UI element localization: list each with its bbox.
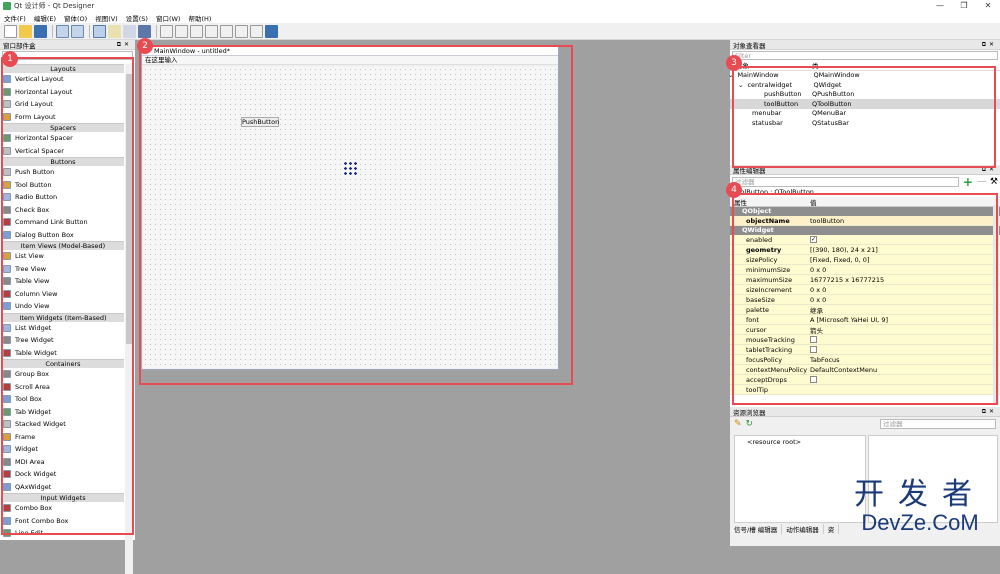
close-button[interactable]: ✕ [976, 0, 1000, 12]
copy-icon[interactable] [56, 24, 69, 38]
edit-widgets-icon[interactable] [93, 24, 106, 38]
reload-icon[interactable]: ↻ [746, 419, 754, 429]
layout-splitter-v-icon[interactable] [205, 24, 218, 38]
layout-horizontal-icon[interactable] [160, 24, 173, 38]
watermark-line1: 开发者 [854, 477, 986, 512]
watermark: 开发者 DevZe.CoM [840, 480, 1000, 540]
edit-resources-icon[interactable]: ✎ [734, 419, 742, 429]
property-filter-input[interactable]: 过滤器 [732, 176, 959, 187]
layout-splitter-h-icon[interactable] [190, 24, 203, 38]
break-layout-icon[interactable] [250, 24, 263, 38]
annotation-box-1 [1, 57, 134, 535]
annotation-box-3 [732, 66, 996, 168]
resource-browser-header: 资源浏览器 ⧉✕ [730, 407, 1000, 417]
toolbar-separator [89, 24, 90, 38]
new-file-icon[interactable] [4, 24, 17, 38]
minimize-button[interactable]: — [928, 0, 952, 12]
annotation-badge-1: 1 [2, 51, 18, 67]
edit-signals-icon[interactable] [108, 24, 121, 38]
widget-box-title: 窗口部件盒 [3, 41, 36, 50]
edit-tab-order-icon[interactable] [138, 24, 151, 38]
menu-view[interactable]: 视图(V) [91, 13, 122, 23]
menu-file[interactable]: 文件(F) [0, 13, 30, 23]
object-filter-input[interactable]: Filter [732, 51, 998, 60]
app-icon [3, 2, 11, 10]
menu-settings[interactable]: 设置(S) [122, 13, 152, 23]
toolbar-separator [156, 24, 157, 38]
layout-form-icon[interactable] [235, 24, 248, 38]
maximize-button[interactable]: ❐ [952, 0, 976, 12]
open-folder-icon[interactable] [19, 24, 32, 38]
window-title: Qt 设计师 - Qt Designer [14, 2, 95, 10]
object-inspector-header: 对象查看器 ⧉✕ [730, 40, 1000, 50]
resource-filter-input[interactable]: 过滤器 [880, 418, 996, 429]
add-property-icon[interactable]: + [963, 175, 973, 189]
layout-grid-icon[interactable] [220, 24, 233, 38]
menu-edit[interactable]: 编辑(E) [30, 13, 60, 23]
title-bar: Qt 设计师 - Qt Designer — ❐ ✕ [0, 0, 1000, 12]
save-icon[interactable] [34, 24, 47, 38]
annotation-box-2 [139, 45, 573, 385]
resource-root-item[interactable]: <resource root> [747, 438, 801, 446]
menu-help[interactable]: 帮助(H) [184, 13, 215, 23]
dock-float-close-icon[interactable]: ⧉✕ [982, 408, 1000, 416]
widget-box-header: 窗口部件盒 ⧉✕ [0, 40, 135, 50]
object-inspector-title: 对象查看器 [733, 41, 766, 50]
annotation-box-4 [732, 193, 998, 405]
layout-vertical-icon[interactable] [175, 24, 188, 38]
tab-signal-slot-editor[interactable]: 信号/槽 编辑器 [730, 524, 783, 534]
adjust-size-icon[interactable] [265, 24, 278, 38]
menu-form[interactable]: 窗体(O) [60, 13, 91, 23]
edit-buddies-icon[interactable] [123, 24, 136, 38]
configure-wrench-icon[interactable]: ⚒ [990, 177, 998, 187]
dock-float-close-icon[interactable]: ⧉✕ [982, 41, 1000, 49]
tab-action-editor[interactable]: 动作编辑器 [782, 524, 824, 534]
annotation-badge-2: 2 [137, 38, 153, 54]
tab-resource-browser[interactable]: 资 [824, 524, 840, 534]
toolbar-separator [52, 24, 53, 38]
remove-property-icon[interactable]: — [977, 176, 987, 187]
paste-icon[interactable] [71, 24, 84, 38]
menu-bar: 文件(F) 编辑(E) 窗体(O) 视图(V) 设置(S) 窗口(W) 帮助(H… [0, 12, 1000, 23]
annotation-badge-3: 3 [726, 55, 742, 71]
watermark-line2: DevZe.CoM [861, 510, 979, 535]
menu-window[interactable]: 窗口(W) [152, 13, 185, 23]
annotation-badge-4: 4 [726, 182, 742, 198]
dock-float-close-icon[interactable]: ⧉✕ [117, 41, 135, 49]
resource-browser-title: 资源浏览器 [733, 408, 766, 417]
toolbar [0, 23, 1000, 40]
